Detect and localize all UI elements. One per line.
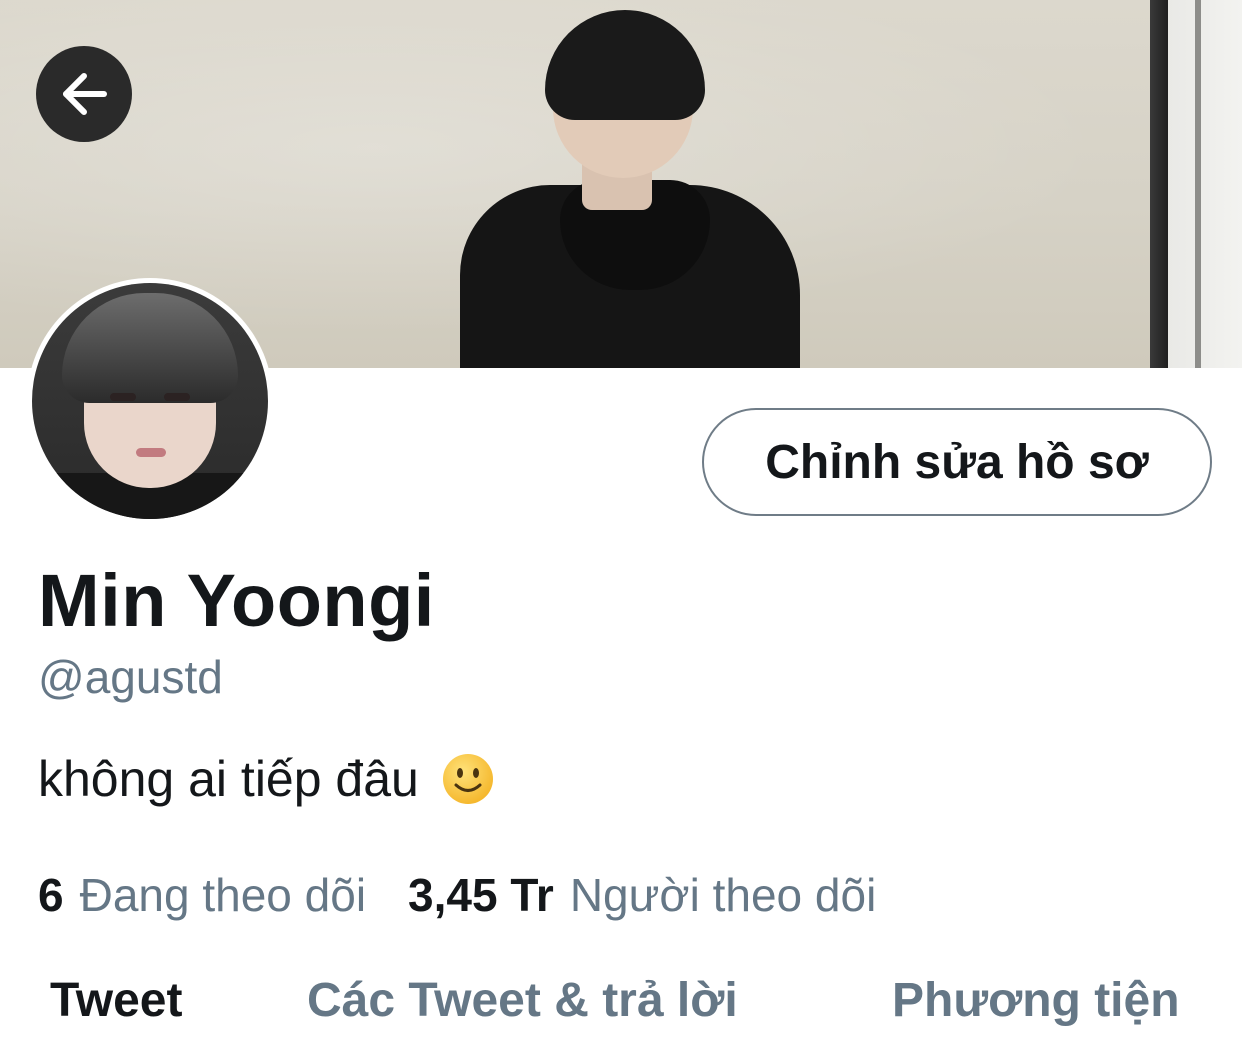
profile-stats: 6 Đang theo dõi 3,45 Tr Người theo dõi [38,868,876,922]
avatar-eye-left [110,393,136,401]
banner-door-frame [1150,0,1168,368]
following-count: 6 [38,869,64,921]
edit-profile-button[interactable]: Chỉnh sửa hồ sơ [702,408,1212,516]
avatar-lips [136,448,166,457]
following-label: Đang theo dõi [79,869,367,921]
profile-avatar[interactable] [27,278,273,524]
profile-tabs: Tweet Các Tweet & trả lời Phương tiện [0,965,1242,1050]
profile-display-name: Min Yoongi [38,559,435,642]
following-link[interactable]: 6 Đang theo dõi [38,868,366,922]
avatar-hair [62,293,238,403]
avatar-photo [32,283,268,519]
back-button[interactable] [36,46,132,142]
avatar-eye-right [164,393,190,401]
tab-media[interactable]: Phương tiện [892,973,1180,1028]
tab-tweets[interactable]: Tweet [50,973,182,1028]
followers-label: Người theo dõi [569,869,877,921]
followers-link[interactable]: 3,45 Tr Người theo dõi [408,868,876,922]
profile-handle: @agustd [38,651,223,703]
profile-bio: không ai tiếp đâu [38,750,495,808]
bio-text: không ai tiếp đâu [38,751,419,807]
banner-door-panel [1168,0,1242,368]
followers-count: 3,45 Tr [408,869,554,921]
tab-tweets-and-replies[interactable]: Các Tweet & trả lời [307,973,738,1028]
arrow-left-icon [63,73,107,115]
slightly-smiling-face-icon [441,752,495,806]
banner-door-edge [1195,0,1201,368]
